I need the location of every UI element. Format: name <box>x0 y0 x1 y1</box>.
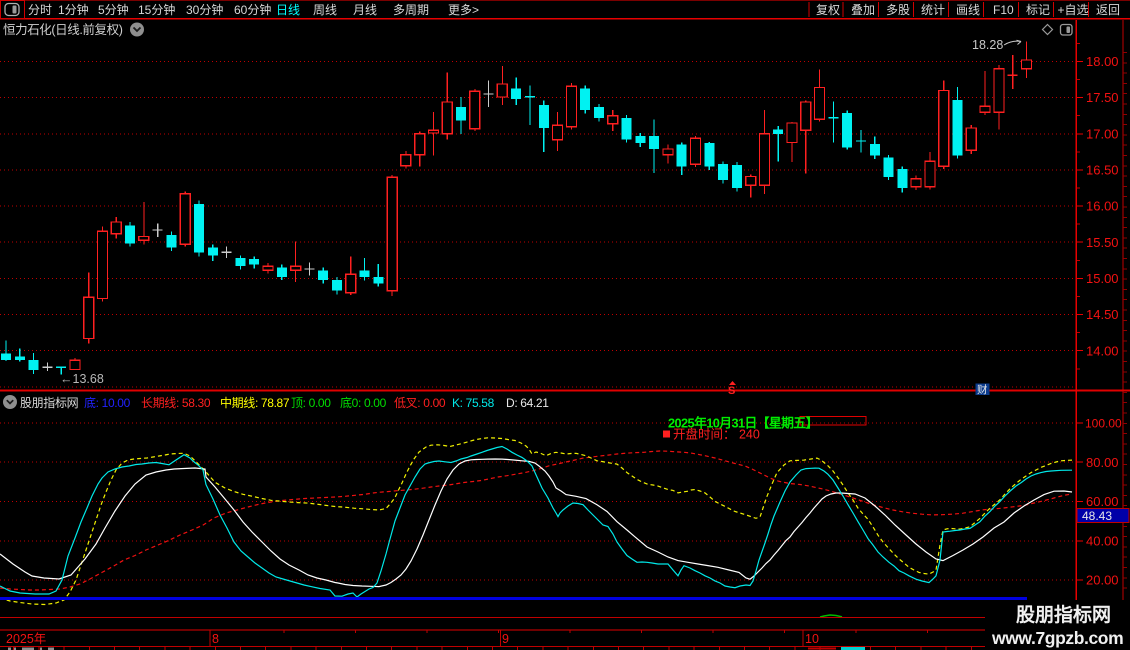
svg-text:60.00: 60.00 <box>1086 494 1119 509</box>
svg-text:复权: 复权 <box>816 3 840 17</box>
svg-text:14.50: 14.50 <box>1086 307 1119 322</box>
svg-text:40.00: 40.00 <box>1086 533 1119 548</box>
svg-text:S: S <box>728 385 735 397</box>
svg-text:画线: 画线 <box>956 3 980 17</box>
svg-text:15分钟: 15分钟 <box>138 2 175 17</box>
svg-text:17.00: 17.00 <box>1086 126 1119 141</box>
svg-text:多股: 多股 <box>886 3 910 17</box>
svg-text:日线: 日线 <box>276 3 300 17</box>
svg-text:周线: 周线 <box>313 3 337 17</box>
svg-text:长期线: 58.30: 长期线: 58.30 <box>141 396 211 410</box>
svg-text:80.00: 80.00 <box>1086 455 1119 470</box>
svg-text:17.50: 17.50 <box>1086 90 1119 105</box>
svg-text:16.50: 16.50 <box>1086 163 1119 178</box>
svg-text:K: 75.58: K: 75.58 <box>452 396 495 410</box>
svg-text:底0: 0.00: 底0: 0.00 <box>340 395 387 410</box>
svg-text:开盘时间： 240: 开盘时间： 240 <box>673 427 760 442</box>
svg-text:恒力石化(日线.前复权): 恒力石化(日线.前复权) <box>3 22 123 37</box>
svg-text:10: 10 <box>805 632 819 646</box>
svg-text:1分钟: 1分钟 <box>58 2 89 17</box>
svg-text:多周期: 多周期 <box>393 3 429 17</box>
svg-text:20.00: 20.00 <box>1086 573 1119 588</box>
svg-text:月线: 月线 <box>353 3 377 17</box>
svg-text:30分钟: 30分钟 <box>186 2 223 17</box>
svg-text:股朋指标网: 股朋指标网 <box>20 395 78 410</box>
svg-text:60分钟: 60分钟 <box>234 2 271 17</box>
svg-text:15.00: 15.00 <box>1086 271 1119 286</box>
svg-text:100.00: 100.00 <box>1085 417 1122 431</box>
svg-text:叠加: 叠加 <box>851 3 875 17</box>
svg-text:统计: 统计 <box>921 3 945 17</box>
svg-text:15.50: 15.50 <box>1086 235 1119 250</box>
svg-text:5分钟: 5分钟 <box>98 2 129 17</box>
svg-text:+自选: +自选 <box>1058 3 1089 17</box>
svg-text:股朋指标网: 股朋指标网 <box>1016 604 1111 626</box>
svg-text:16.00: 16.00 <box>1086 199 1119 214</box>
svg-text:底: 10.00: 底: 10.00 <box>84 395 131 410</box>
svg-text:18.28: 18.28 <box>972 38 1003 52</box>
svg-text:低叉: 0.00: 低叉: 0.00 <box>394 396 446 410</box>
svg-text:9: 9 <box>502 632 509 646</box>
svg-text:48.43: 48.43 <box>1082 509 1112 523</box>
svg-text:标记: 标记 <box>1026 3 1050 17</box>
svg-text:财: 财 <box>977 383 988 396</box>
svg-text:18.00: 18.00 <box>1086 54 1119 69</box>
svg-text:中期线: 78.87: 中期线: 78.87 <box>220 395 290 410</box>
svg-text:2025年: 2025年 <box>6 632 46 646</box>
svg-text:F10: F10 <box>993 3 1014 17</box>
svg-text:8: 8 <box>212 632 219 646</box>
svg-text:返回: 返回 <box>1096 3 1120 17</box>
svg-text:分时: 分时 <box>28 3 52 17</box>
svg-text:www.7gpzb.com: www.7gpzb.com <box>991 628 1123 648</box>
svg-text:更多>: 更多> <box>448 3 479 17</box>
svg-text:14.00: 14.00 <box>1086 343 1119 358</box>
svg-text:←13.68: ←13.68 <box>60 372 104 386</box>
svg-text:顶: 0.00: 顶: 0.00 <box>291 396 331 410</box>
svg-text:D: 64.21: D: 64.21 <box>506 396 549 410</box>
